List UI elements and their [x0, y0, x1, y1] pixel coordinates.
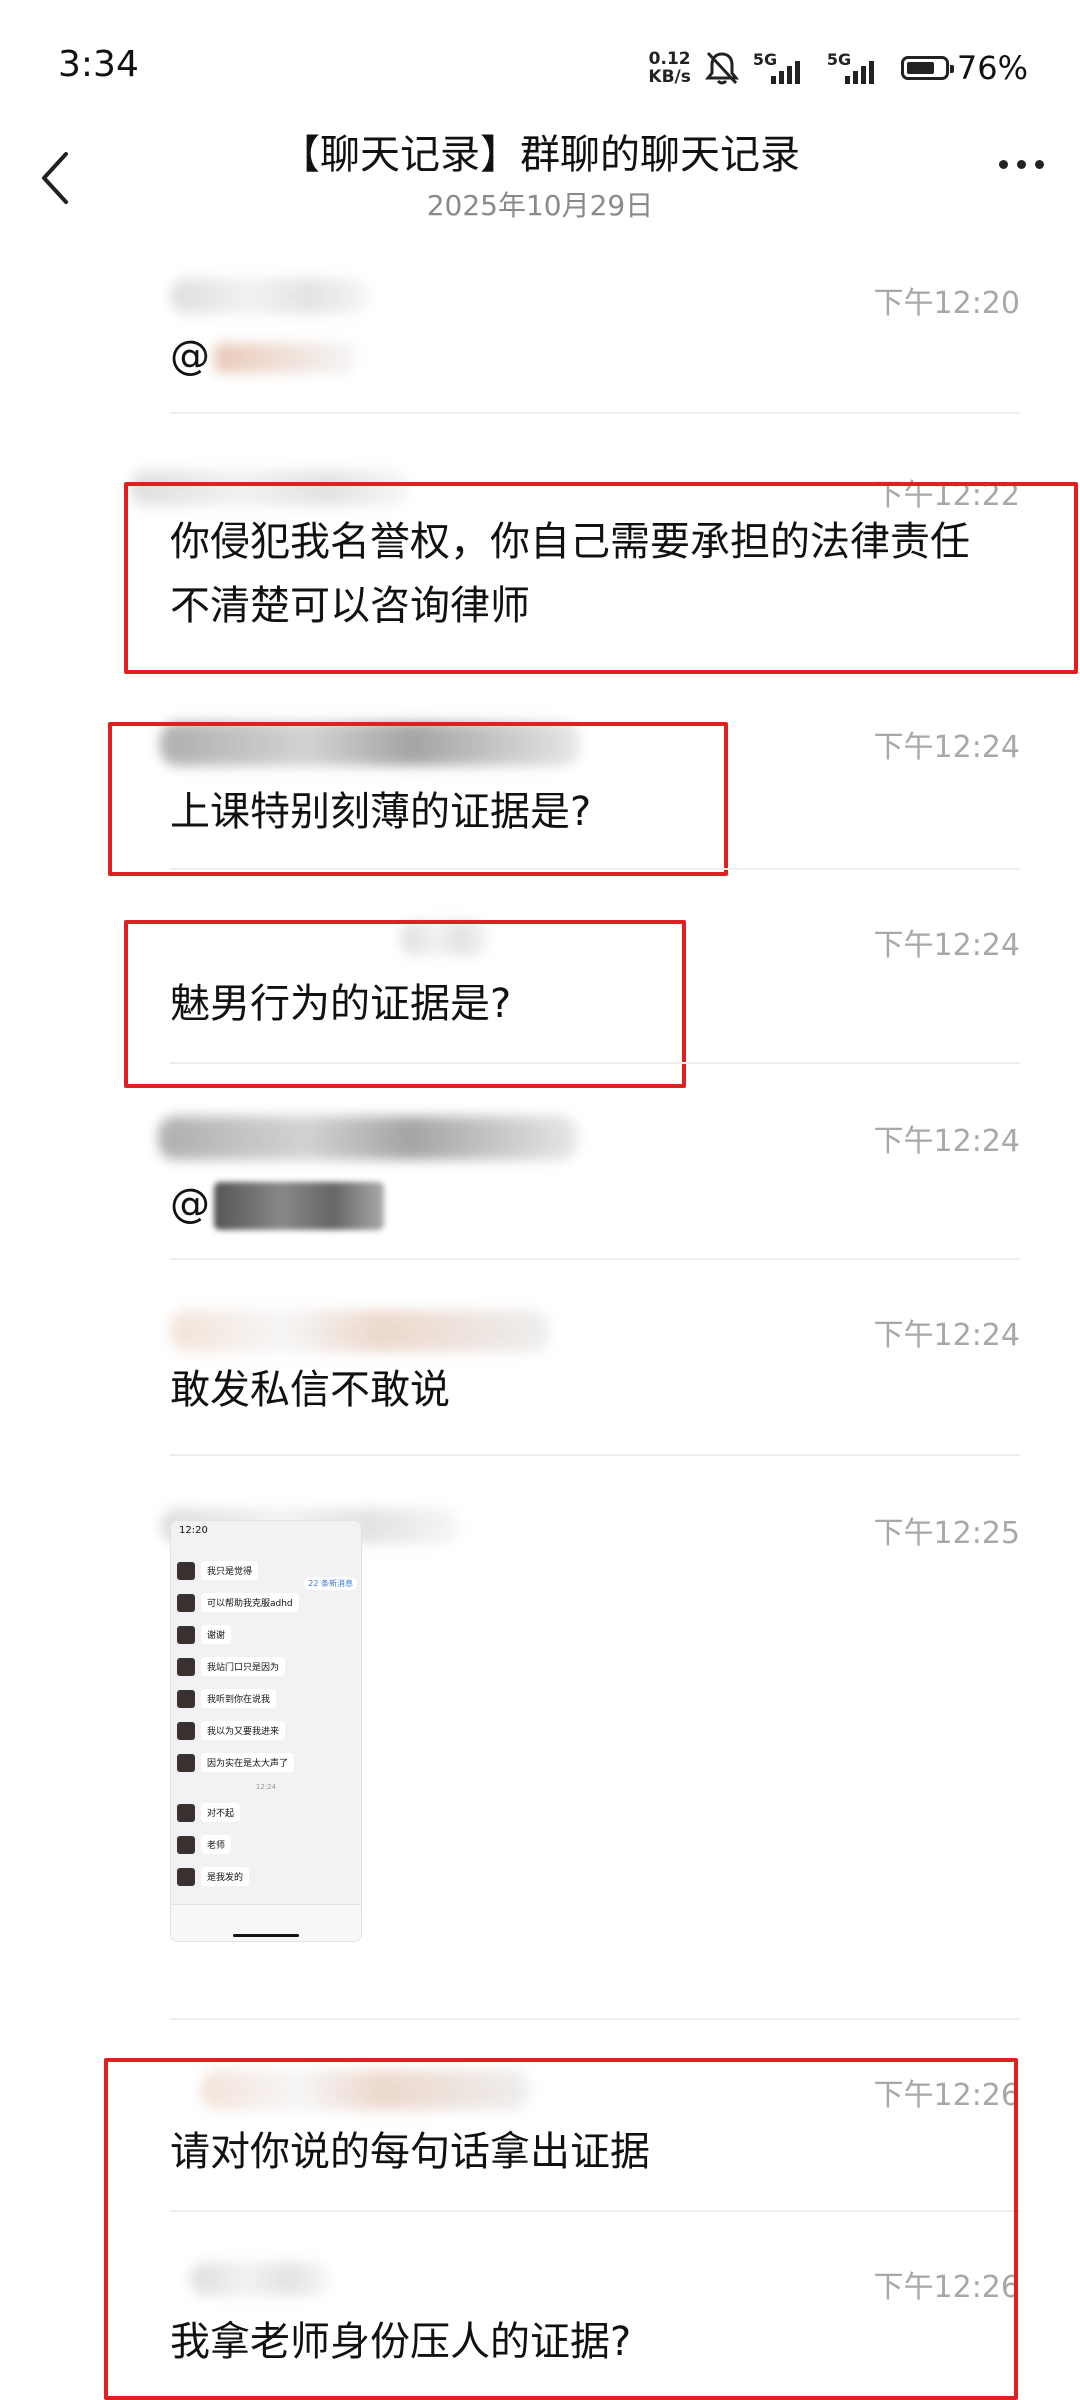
- embedded-message: 因为实在是太大声了: [177, 1753, 295, 1772]
- message-text: @: [170, 1172, 1000, 1236]
- status-icons: 0.12 KB/s 5G 5G 76%: [648, 46, 1028, 90]
- attached-screenshot-image[interactable]: 12:20 22 条新消息 我只是觉得 可以帮助我克服adhd 谢谢 我站门口只…: [170, 1520, 362, 1942]
- embedded-message: 是我发的: [177, 1867, 250, 1886]
- embedded-message: 对不起: [177, 1803, 241, 1822]
- divider: [170, 1062, 1020, 1064]
- battery-icon: [900, 56, 954, 80]
- embedded-message: 谢谢: [177, 1625, 232, 1644]
- divider: [170, 412, 1020, 414]
- divider: [170, 868, 1020, 870]
- avatar: [177, 1803, 195, 1822]
- embedded-status-time: 12:20: [179, 1525, 208, 1536]
- message-text: @: [170, 324, 1000, 388]
- signal-1-icon: 5G: [753, 50, 813, 86]
- sender-name-redacted: [170, 278, 370, 314]
- status-time: 3:34: [58, 44, 139, 85]
- embedded-new-messages-badge: 22 条新消息: [304, 1577, 357, 1590]
- avatar: [177, 1721, 195, 1740]
- avatar: [177, 1835, 195, 1854]
- divider: [170, 1258, 1020, 1260]
- avatar: [177, 1593, 195, 1612]
- battery-fill: [906, 62, 935, 74]
- sender-name-redacted: [158, 1116, 578, 1160]
- network-speed-unit: KB/s: [648, 67, 691, 87]
- battery-indicator: 76%: [900, 49, 1028, 87]
- more-options-icon[interactable]: [999, 160, 1044, 169]
- sender-name-redacted: [170, 1310, 550, 1352]
- message-time: 下午12:24: [873, 1318, 1020, 1353]
- signal-2-icon: 5G: [827, 50, 887, 86]
- highlight-box: [104, 2058, 1018, 2400]
- embedded-message: 可以帮助我克服adhd: [177, 1593, 299, 1612]
- highlight-box: [124, 482, 1078, 674]
- avatar: [177, 1561, 195, 1580]
- bell-muted-icon: [704, 51, 739, 85]
- status-bar: 3:34 0.12 KB/s 5G 5G 76%: [0, 0, 1080, 130]
- embedded-message: 我站门口只是因为: [177, 1657, 286, 1676]
- embedded-message: 老师: [177, 1835, 232, 1854]
- embedded-message: 我以为又要我进来: [177, 1721, 286, 1740]
- avatar: [177, 1689, 195, 1708]
- avatar: [177, 1753, 195, 1772]
- network-speed-value: 0.12: [648, 49, 691, 69]
- message-item[interactable]: 下午12:24 @: [158, 1116, 1020, 1256]
- page-subtitle-date: 2025年10月29日: [426, 189, 654, 222]
- message-time: 下午12:20: [873, 286, 1020, 321]
- mention-redacted: [214, 1182, 384, 1230]
- divider: [170, 2018, 1020, 2020]
- message-item[interactable]: 下午12:20 @: [170, 278, 1020, 408]
- message-time: 下午12:24: [873, 730, 1020, 765]
- highlight-box: [108, 722, 728, 876]
- avatar: [177, 1867, 195, 1886]
- network-speed: 0.12 KB/s: [648, 50, 690, 86]
- mention-redacted: [214, 343, 354, 373]
- battery-percent: 76%: [956, 49, 1028, 87]
- avatar: [177, 1625, 195, 1644]
- message-text: 敢发私信不敢说: [170, 1367, 450, 1413]
- embedded-home-indicator: [233, 1934, 299, 1937]
- embedded-message: 我听到你在说我: [177, 1689, 277, 1708]
- message-time: 下午12:25: [873, 1516, 1020, 1551]
- page-title: 【聊天记录】群聊的聊天记录: [280, 132, 800, 178]
- embedded-message: 我只是觉得: [177, 1561, 259, 1580]
- avatar: [177, 1657, 195, 1676]
- embedded-timestamp: 12:24: [255, 1783, 277, 1791]
- message-item[interactable]: 下午12:24 敢发私信不敢说: [170, 1310, 1020, 1430]
- divider: [170, 1454, 1020, 1456]
- message-time: 下午12:24: [873, 928, 1020, 963]
- message-time: 下午12:24: [873, 1124, 1020, 1159]
